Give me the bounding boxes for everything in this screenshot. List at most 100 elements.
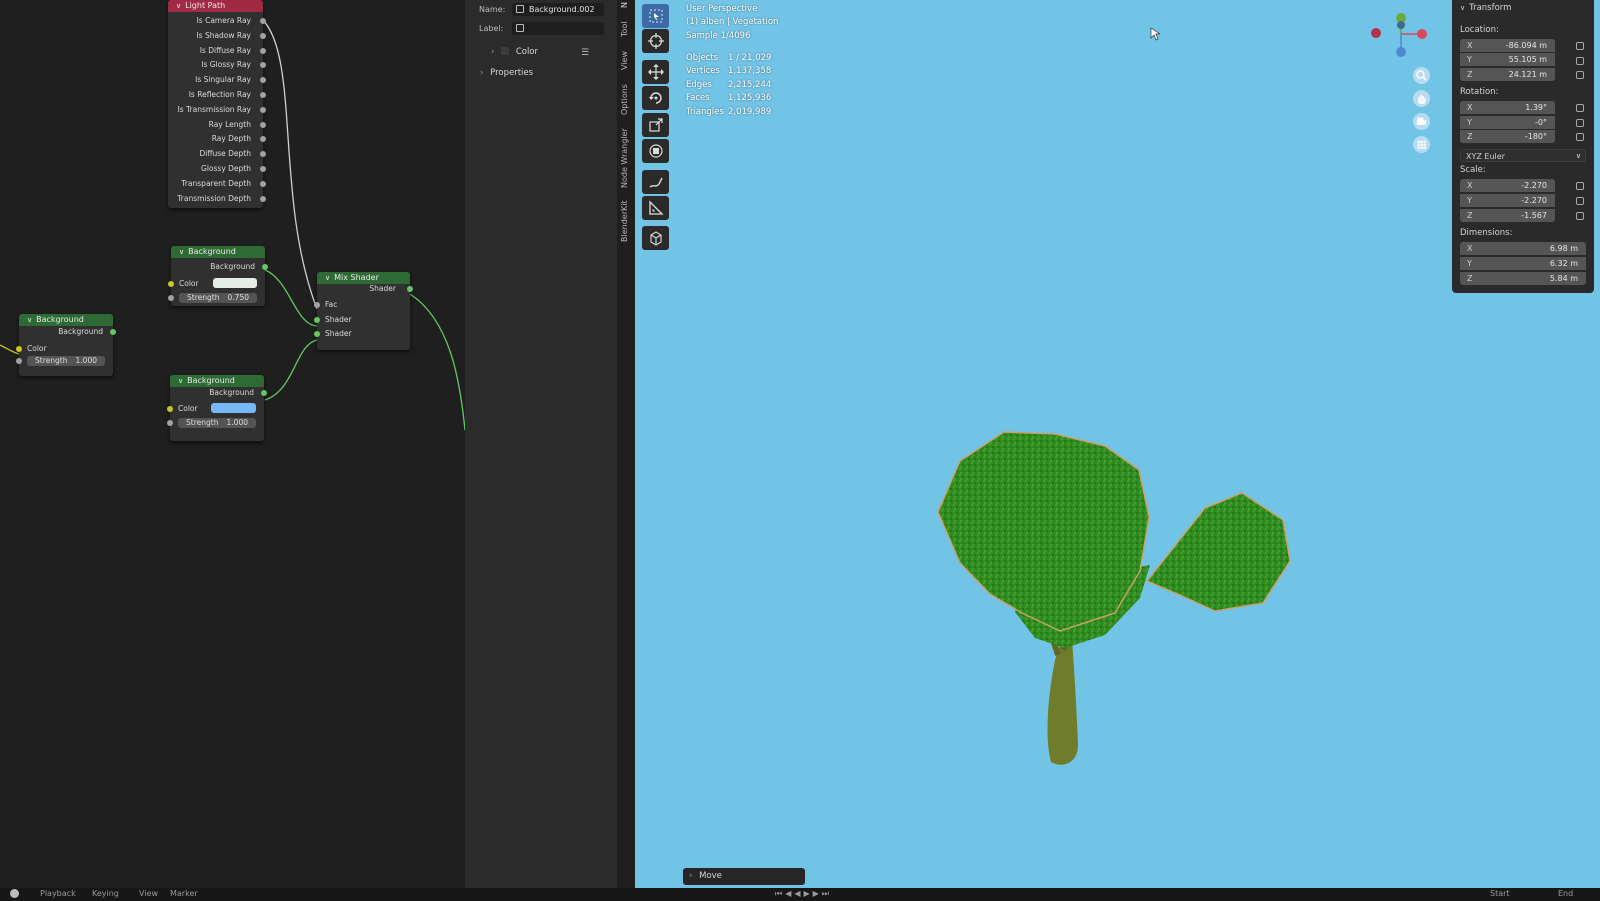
location-y-field[interactable]: Y 55.105 m [1460, 53, 1555, 66]
start-frame-label[interactable]: Start [1490, 889, 1510, 898]
location-x-field[interactable]: X -86.094 m [1460, 39, 1555, 52]
lock-rotation-z-icon[interactable] [1576, 133, 1584, 141]
scale-y-field[interactable]: Y -2.270 [1460, 194, 1555, 207]
tab-node-wrangler[interactable]: Node Wrangler [620, 128, 632, 188]
tab-blenderkit[interactable]: BlenderKit [620, 200, 632, 242]
socket-background-bottom-out[interactable] [261, 390, 267, 396]
socket-is-shadow-ray[interactable] [260, 33, 266, 39]
scale-x-field[interactable]: X -2.270 [1460, 179, 1555, 192]
label-field[interactable] [512, 22, 604, 35]
lock-scale-x-icon[interactable] [1576, 182, 1584, 190]
tab-n[interactable]: N [620, 0, 632, 10]
lock-location-x-icon[interactable] [1576, 42, 1584, 50]
annotate-tool[interactable] [642, 170, 669, 194]
mix-shader-header[interactable]: ∨ Mix Shader [317, 272, 410, 284]
color-checkbox[interactable] [501, 47, 510, 55]
cursor-tool[interactable] [642, 29, 669, 53]
background-top-strength-field[interactable]: Strength 0.750 [179, 293, 257, 303]
socket-glossy-depth[interactable] [260, 166, 266, 172]
location-z-field[interactable]: Z 24.121 m [1460, 68, 1555, 81]
background-bottom-color-swatch[interactable] [211, 403, 256, 413]
dimension-y-field[interactable]: Y 6.32 m [1460, 257, 1586, 270]
pan-button[interactable] [1413, 90, 1430, 107]
socket-is-reflection-ray[interactable] [260, 92, 266, 98]
socket-mix-fac[interactable] [314, 302, 320, 308]
tab-options[interactable]: Options [620, 84, 632, 116]
socket-is-diffuse-ray[interactable] [260, 48, 266, 54]
scale-tool[interactable] [642, 113, 669, 137]
node-editor[interactable]: ∨ Light Path Is Camera Ray Is Shadow Ray … [0, 0, 465, 888]
socket-background-bottom-strength[interactable] [167, 420, 173, 426]
socket-transmission-depth[interactable] [260, 196, 266, 202]
background-node-top[interactable]: ∨ Background Background Color Strength 0.7… [168, 246, 268, 306]
mix-shader-node[interactable]: ∨ Mix Shader Shader Fac Shader Shader [314, 272, 413, 350]
end-frame-label[interactable]: End [1558, 889, 1573, 898]
socket-mix-shader-2[interactable] [314, 331, 320, 337]
zoom-button[interactable] [1413, 67, 1430, 84]
move-tool[interactable] [642, 60, 669, 84]
dimension-z-field[interactable]: Z 5.84 m [1460, 272, 1586, 285]
socket-is-singular-ray[interactable] [260, 77, 266, 83]
socket-mix-shader-out[interactable] [407, 286, 413, 292]
background-bottom-strength-field[interactable]: Strength 1.000 [178, 418, 256, 428]
transform-header[interactable]: ∨ Transform [1460, 3, 1511, 13]
lock-location-y-icon[interactable] [1576, 57, 1584, 65]
add-cube-tool[interactable] [642, 226, 669, 250]
tab-view[interactable]: View [620, 50, 632, 72]
background-node-left[interactable]: ∨ Background Background Color Strength 1.0… [16, 314, 116, 376]
socket-is-glossy-ray[interactable] [260, 62, 266, 68]
socket-background-top-strength[interactable] [168, 295, 174, 301]
socket-background-top-color[interactable] [168, 281, 174, 287]
light-path-node[interactable]: ∨ Light Path Is Camera Ray Is Shadow Ray … [168, 0, 266, 208]
socket-is-camera-ray[interactable] [260, 18, 266, 24]
lock-rotation-x-icon[interactable] [1576, 104, 1584, 112]
camera-view-button[interactable] [1413, 113, 1430, 130]
socket-is-transmission-ray[interactable] [260, 107, 266, 113]
menu-marker[interactable]: Marker [170, 889, 198, 898]
socket-background-top-out[interactable] [262, 264, 268, 270]
socket-ray-length[interactable] [260, 122, 266, 128]
background-bottom-header[interactable]: ∨ Background [170, 375, 264, 387]
scale-z-field[interactable]: Z -1.567 [1460, 209, 1555, 222]
lock-scale-y-icon[interactable] [1576, 197, 1584, 205]
socket-background-left-color[interactable] [16, 346, 22, 352]
socket-background-left-strength[interactable] [16, 358, 22, 364]
background-node-bottom[interactable]: ∨ Background Background Color Strength 1.0… [167, 375, 267, 441]
select-box-tool[interactable] [642, 4, 669, 28]
lock-location-z-icon[interactable] [1576, 71, 1584, 79]
tab-tool[interactable]: Tool [620, 18, 632, 40]
socket-mix-shader-1[interactable] [314, 317, 320, 323]
menu-keying[interactable]: Keying [92, 889, 119, 898]
name-field[interactable]: Background.002 [512, 3, 604, 16]
playback-controls[interactable]: ⏮◀◀▶▶⏭ [775, 889, 832, 899]
socket-background-bottom-color[interactable] [167, 406, 173, 412]
light-path-header[interactable]: ∨ Light Path [168, 0, 263, 12]
background-left-strength-field[interactable]: Strength 1.000 [27, 356, 105, 366]
properties-row[interactable]: › Properties [480, 68, 533, 78]
move-operator-panel[interactable]: › Move [683, 868, 805, 885]
background-left-header[interactable]: ∨ Background [19, 314, 113, 326]
menu-view[interactable]: View [139, 889, 158, 898]
color-row[interactable]: › Color [491, 47, 538, 57]
editor-type-icon[interactable] [10, 889, 19, 898]
rotation-mode-select[interactable]: XYZ Euler ∨ [1460, 149, 1586, 162]
lock-scale-z-icon[interactable] [1576, 212, 1584, 220]
rotate-tool[interactable] [642, 86, 669, 110]
socket-background-left-out[interactable] [110, 329, 116, 335]
background-top-color-swatch[interactable] [213, 278, 257, 288]
axis-gizmo[interactable] [1370, 8, 1430, 63]
rotation-z-field[interactable]: Z -180° [1460, 130, 1555, 143]
rotation-y-field[interactable]: Y -0° [1460, 116, 1555, 129]
rotation-x-field[interactable]: X 1.39° [1460, 101, 1555, 114]
background-top-header[interactable]: ∨ Background [171, 246, 265, 258]
dimension-x-field[interactable]: X 6.98 m [1460, 242, 1586, 255]
orthographic-toggle-button[interactable] [1413, 136, 1430, 153]
measure-tool[interactable] [642, 196, 669, 220]
socket-ray-depth[interactable] [260, 136, 266, 142]
list-icon[interactable]: ☰ [581, 48, 589, 58]
lock-rotation-y-icon[interactable] [1576, 119, 1584, 127]
transform-tool[interactable] [642, 139, 669, 163]
socket-diffuse-depth[interactable] [260, 151, 266, 157]
socket-transparent-depth[interactable] [260, 181, 266, 187]
menu-playback[interactable]: Playback [40, 889, 76, 898]
